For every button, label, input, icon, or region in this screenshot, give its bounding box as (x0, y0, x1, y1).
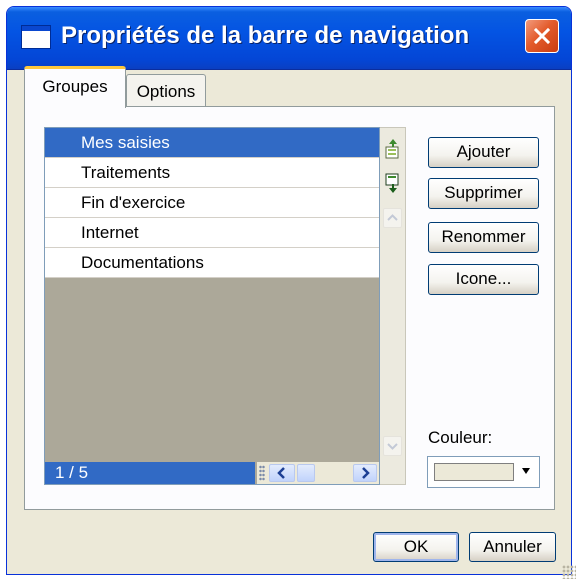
tab-groupes[interactable]: Groupes (24, 66, 126, 108)
chevron-down-icon (387, 443, 398, 450)
rename-button[interactable]: Renommer (428, 222, 539, 253)
list-item[interactable]: Internet (45, 218, 379, 248)
color-label: Couleur: (428, 428, 493, 447)
add-button[interactable]: Ajouter (428, 137, 539, 168)
scroll-right-button[interactable] (353, 464, 377, 482)
icon-button[interactable]: Icone... (428, 264, 539, 295)
move-down-icon[interactable] (384, 172, 402, 194)
ok-button[interactable]: OK (373, 532, 459, 562)
cancel-button[interactable]: Annuler (469, 532, 556, 562)
list-item[interactable]: Traitements (45, 158, 379, 188)
chevron-left-icon (277, 467, 285, 479)
scroll-up-button[interactable] (383, 208, 402, 228)
move-up-icon[interactable] (384, 138, 402, 160)
close-button[interactable] (525, 19, 559, 53)
list-counter: 1 / 5 (45, 462, 255, 484)
delete-button[interactable]: Supprimer (428, 178, 539, 209)
horizontal-scrollbar[interactable] (257, 462, 379, 484)
tab-options[interactable]: Options (126, 74, 206, 108)
list-item[interactable]: Mes saisies (45, 128, 379, 158)
chevron-right-icon (362, 467, 370, 479)
window-icon (21, 25, 51, 49)
group-list[interactable]: Mes saisies Traitements Fin d'exercice I… (44, 127, 380, 485)
dropdown-arrow-icon (522, 468, 530, 474)
window-title: Propriétés de la barre de navigation (61, 22, 470, 49)
list-item[interactable]: Documentations (45, 248, 379, 278)
close-icon (533, 27, 551, 45)
chevron-up-icon (387, 214, 398, 221)
color-swatch (434, 463, 514, 481)
color-picker[interactable] (427, 456, 540, 488)
list-side-strip (380, 127, 406, 485)
scroll-down-button[interactable] (383, 436, 402, 456)
scroll-thumb[interactable] (297, 464, 315, 482)
scroll-left-button[interactable] (269, 464, 295, 482)
list-item[interactable]: Fin d'exercice (45, 188, 379, 218)
grip-icon (259, 465, 265, 481)
resize-grip-icon[interactable] (562, 565, 576, 579)
title-bar: Propriétés de la barre de navigation (7, 7, 571, 70)
